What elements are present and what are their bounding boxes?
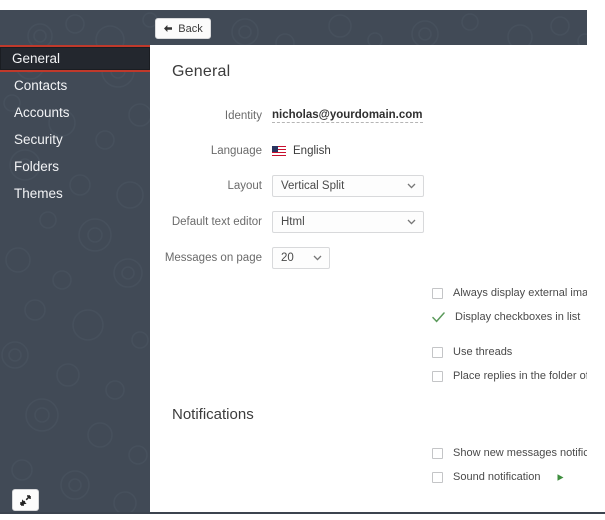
back-button-label: Back bbox=[178, 22, 203, 35]
checkbox-label: Place replies in the folder of the messa… bbox=[453, 370, 587, 382]
header-pattern bbox=[27, 12, 587, 45]
checkbox-unchecked-icon[interactable] bbox=[432, 447, 443, 459]
checkbox-row-sound-notification[interactable]: Sound notification bbox=[432, 471, 565, 483]
sidebar-item-label: Folders bbox=[14, 159, 60, 174]
chevron-down-icon bbox=[313, 255, 322, 261]
sidebar-item-folders[interactable]: Folders bbox=[0, 153, 150, 180]
sidebar-item-label: Accounts bbox=[14, 105, 70, 120]
sidebar-item-contacts[interactable]: Contacts bbox=[0, 72, 150, 99]
field-label: Messages on page bbox=[164, 252, 262, 264]
identity-value[interactable]: nicholas@yourdomain.com bbox=[272, 109, 423, 123]
layout-select-value: Vertical Split bbox=[281, 180, 345, 192]
header-bar bbox=[0, 10, 587, 45]
sidebar-item-accounts[interactable]: Accounts bbox=[0, 99, 150, 126]
checkbox-label: Display checkboxes in list bbox=[455, 311, 581, 323]
sidebar-item-label: Themes bbox=[14, 186, 63, 201]
content-panel: General Identity nicholas@yourdomain.com… bbox=[150, 45, 587, 512]
page-title: General bbox=[172, 63, 231, 80]
resize-handle-button[interactable] bbox=[12, 489, 39, 511]
messages-on-page-select-value: 20 bbox=[281, 252, 294, 264]
checkbox-label: Use threads bbox=[453, 346, 513, 358]
checkbox-unchecked-icon[interactable] bbox=[432, 471, 443, 483]
sidebar-nav: General Contacts Accounts Security Folde… bbox=[0, 45, 150, 207]
language-value[interactable]: English bbox=[272, 145, 331, 157]
settings-window: Back General Contacts Accounts Security … bbox=[0, 0, 605, 520]
window-bottom-border bbox=[0, 512, 605, 514]
sidebar-item-themes[interactable]: Themes bbox=[0, 180, 150, 207]
sidebar-item-security[interactable]: Security bbox=[0, 126, 150, 153]
field-label: Default text editor bbox=[171, 216, 262, 228]
play-sound-icon[interactable] bbox=[556, 473, 565, 482]
chevron-down-icon bbox=[407, 219, 416, 225]
sidebar-item-label: General bbox=[12, 51, 61, 66]
resize-diagonal-icon bbox=[20, 494, 31, 506]
back-button[interactable]: Back bbox=[155, 18, 211, 39]
field-row-language: Language English bbox=[150, 140, 587, 162]
checkbox-label: Sound notification bbox=[453, 471, 541, 483]
field-label: Language bbox=[210, 145, 262, 157]
checkbox-row-use-threads[interactable]: Use threads bbox=[432, 346, 512, 358]
arrow-left-icon bbox=[164, 25, 173, 32]
checkbox-unchecked-icon[interactable] bbox=[432, 287, 443, 299]
checkbox-unchecked-icon[interactable] bbox=[432, 346, 443, 358]
checkbox-row-external-images[interactable]: Always display external images in messag… bbox=[432, 287, 587, 299]
default-text-editor-select-value: Html bbox=[281, 216, 305, 228]
checkbox-unchecked-icon[interactable] bbox=[432, 370, 443, 382]
field-row-messages-on-page: Messages on page 20 bbox=[150, 247, 587, 269]
sidebar-item-label: Contacts bbox=[14, 78, 68, 93]
layout-select[interactable]: Vertical Split bbox=[272, 175, 424, 197]
field-label: Identity bbox=[224, 110, 262, 122]
field-row-identity: Identity nicholas@yourdomain.com bbox=[150, 105, 587, 127]
checkbox-row-display-checkboxes[interactable]: Display checkboxes in list bbox=[432, 311, 580, 323]
field-row-layout: Layout Vertical Split bbox=[150, 175, 587, 197]
checkmark-icon[interactable] bbox=[432, 311, 445, 323]
sidebar: General Contacts Accounts Security Folde… bbox=[0, 45, 150, 512]
messages-on-page-select[interactable]: 20 bbox=[272, 247, 330, 269]
checkbox-row-place-replies[interactable]: Place replies in the folder of the messa… bbox=[432, 370, 587, 382]
window-top-gap bbox=[0, 0, 605, 10]
section-title-notifications: Notifications bbox=[172, 406, 254, 423]
field-label: Layout bbox=[227, 180, 262, 192]
sidebar-item-general[interactable]: General bbox=[0, 45, 150, 72]
checkbox-label: Always display external images in messag… bbox=[453, 287, 587, 299]
sidebar-item-label: Security bbox=[14, 132, 63, 147]
language-label: English bbox=[293, 145, 331, 157]
us-flag-icon bbox=[272, 146, 286, 156]
chevron-down-icon bbox=[407, 183, 416, 189]
field-row-default-text-editor: Default text editor Html bbox=[150, 211, 587, 233]
checkbox-label: Show new messages notification popups bbox=[453, 447, 587, 459]
checkbox-row-show-popups[interactable]: Show new messages notification popups bbox=[432, 447, 587, 459]
default-text-editor-select[interactable]: Html bbox=[272, 211, 424, 233]
